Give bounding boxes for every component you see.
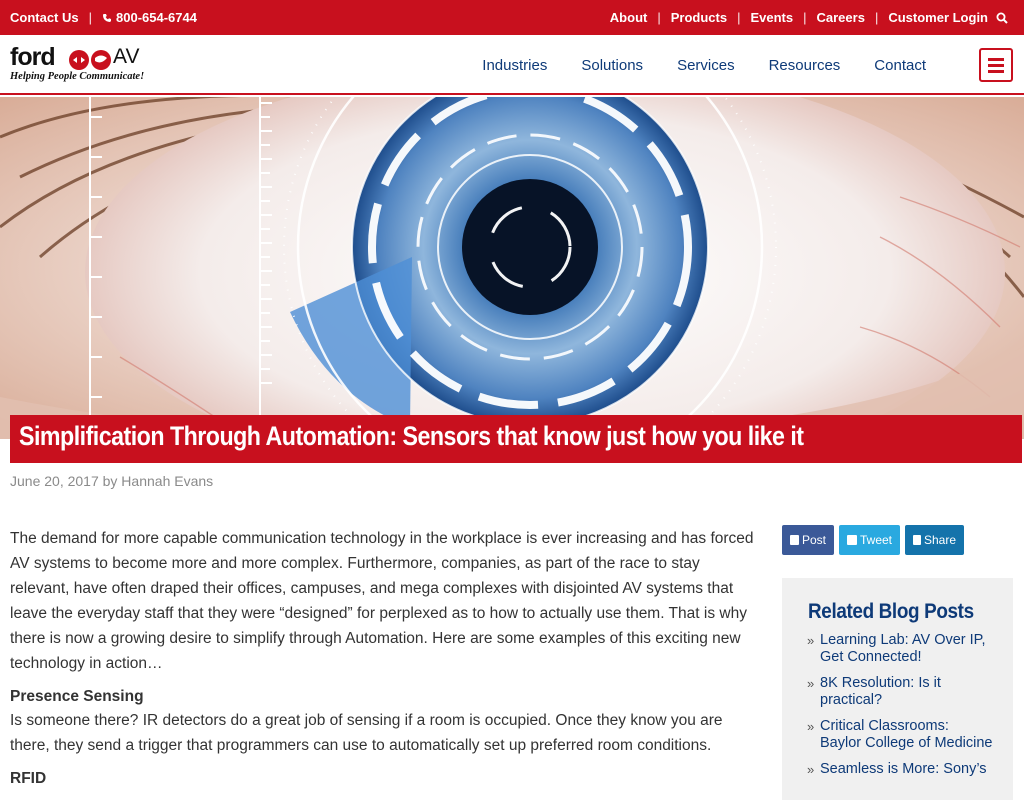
linkedin-share-label: Share bbox=[923, 533, 956, 547]
related-posts-list: » Learning Lab: AV Over IP, Get Connected… bbox=[807, 632, 993, 778]
top-link-events[interactable]: Events bbox=[750, 10, 793, 25]
facebook-post-label: Post bbox=[801, 533, 826, 547]
phone-icon bbox=[103, 13, 112, 22]
top-bar: Contact Us | 800-654-6744 About | Produc… bbox=[0, 0, 1024, 35]
related-post-link[interactable]: 8K Resolution: Is it practical? bbox=[820, 675, 941, 708]
main-nav: Industries Solutions Services Resources … bbox=[448, 57, 926, 74]
eye-scan-illustration bbox=[0, 97, 1024, 439]
article-body: The demand for more capable communicatio… bbox=[10, 526, 758, 790]
top-link-customer-login[interactable]: Customer Login bbox=[888, 10, 988, 25]
logo-tagline: Helping People Communicate! bbox=[10, 71, 145, 82]
phone-link[interactable]: 800-654-6744 bbox=[116, 10, 197, 25]
post-byline: June 20, 2017 by Hannah Evans bbox=[10, 473, 214, 489]
twitter-icon bbox=[847, 535, 857, 545]
related-post-item[interactable]: » Critical Classrooms: Baylor College of … bbox=[807, 718, 993, 752]
related-post-link[interactable]: Learning Lab: AV Over IP, Get Connected! bbox=[820, 632, 986, 665]
post-title-banner: Simplification Through Automation: Senso… bbox=[10, 415, 1022, 463]
contact-us-link[interactable]: Contact Us bbox=[10, 10, 79, 25]
hero-image bbox=[0, 97, 1024, 439]
divider: | bbox=[657, 10, 661, 25]
bullet-icon: » bbox=[807, 676, 815, 691]
article-intro: The demand for more capable communicatio… bbox=[10, 530, 754, 672]
bullet-icon: » bbox=[807, 762, 815, 777]
related-post-item[interactable]: » 8K Resolution: Is it practical? bbox=[807, 675, 993, 709]
top-link-careers[interactable]: Careers bbox=[817, 10, 865, 25]
bullet-icon: » bbox=[807, 633, 815, 648]
related-post-item[interactable]: » Learning Lab: AV Over IP, Get Connected… bbox=[807, 632, 993, 666]
facebook-icon bbox=[790, 535, 799, 545]
section-text-presence-sensing: Is someone there? IR detectors do a grea… bbox=[10, 712, 723, 754]
hamburger-icon bbox=[988, 57, 1004, 61]
logo-wordmark: ford bbox=[10, 43, 56, 71]
post-title: Simplification Through Automation: Senso… bbox=[19, 421, 804, 451]
twitter-tweet-button[interactable]: Tweet bbox=[839, 525, 900, 555]
related-post-link[interactable]: Seamless is More: Sony’s bbox=[820, 761, 987, 777]
nav-item-contact[interactable]: Contact bbox=[874, 57, 926, 74]
share-buttons: Post Tweet Share bbox=[782, 525, 964, 555]
nav-item-industries[interactable]: Industries bbox=[482, 57, 547, 74]
twitter-tweet-label: Tweet bbox=[859, 533, 892, 547]
linkedin-share-button[interactable]: Share bbox=[905, 525, 964, 555]
nav-item-resources[interactable]: Resources bbox=[769, 57, 841, 74]
divider: | bbox=[803, 10, 807, 25]
bullet-icon: » bbox=[807, 719, 815, 734]
related-posts-sidebar: Related Blog Posts » Learning Lab: AV Ove… bbox=[782, 578, 1013, 800]
related-post-link[interactable]: Critical Classrooms: Baylor College of M… bbox=[820, 718, 992, 751]
facebook-post-button[interactable]: Post bbox=[782, 525, 834, 555]
logo-mark-icon bbox=[69, 50, 111, 70]
related-posts-heading: Related Blog Posts bbox=[808, 600, 974, 623]
logo-av: AV bbox=[113, 45, 140, 68]
related-post-item[interactable]: » Seamless is More: Sony’s bbox=[807, 761, 993, 778]
search-icon[interactable] bbox=[996, 12, 1008, 24]
divider: | bbox=[737, 10, 741, 25]
nav-item-services[interactable]: Services bbox=[677, 57, 735, 74]
top-link-about[interactable]: About bbox=[610, 10, 648, 25]
divider: | bbox=[88, 10, 93, 25]
site-header: ford AV Helping People Communicate! Indu… bbox=[0, 35, 1024, 95]
divider: | bbox=[874, 10, 879, 25]
fordav-logo[interactable]: ford AV Helping People Communicate! bbox=[10, 43, 144, 87]
section-heading-rfid: RFID bbox=[10, 770, 47, 787]
section-heading-presence-sensing: Presence Sensing bbox=[10, 688, 144, 705]
linkedin-icon bbox=[913, 535, 921, 545]
hamburger-menu-button[interactable] bbox=[979, 48, 1013, 82]
nav-item-solutions[interactable]: Solutions bbox=[581, 57, 643, 74]
top-link-products[interactable]: Products bbox=[671, 10, 727, 25]
